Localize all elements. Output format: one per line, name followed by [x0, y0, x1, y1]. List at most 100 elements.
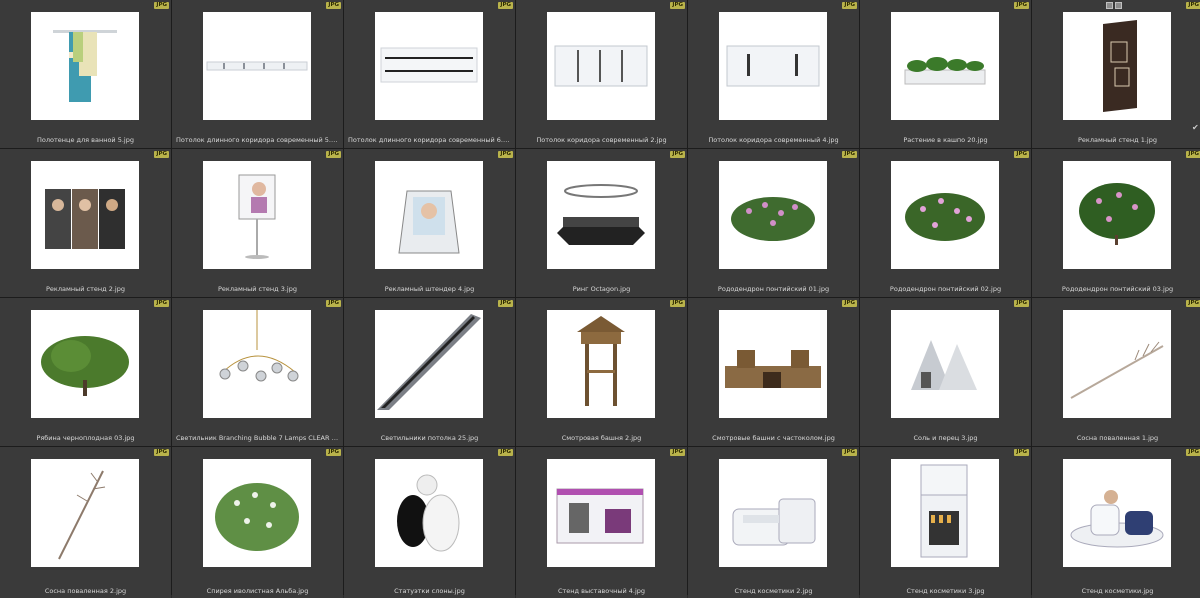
thumbnail-cell[interactable]: JPG Рекламный штендер 4.jpg: [344, 149, 515, 297]
thumbnail-cell[interactable]: JPG Стенд косметики 3.jpg: [860, 447, 1031, 598]
file-type-badge: JPG: [1014, 449, 1029, 456]
file-name-label: Потолок коридора современный 2.jpg: [536, 136, 667, 144]
file-type-badge: JPG: [498, 449, 513, 456]
thumbnail-cell[interactable]: JPG Рябина черноплодная 03.jpg: [0, 298, 171, 446]
thumbnail-cell[interactable]: JPG Светильник Branching Bubble 7 Lamps C…: [172, 298, 343, 446]
ad-stand-image[interactable]: [31, 161, 139, 269]
thumbnail-cell[interactable]: JPG Рододендрон понтийский 01.jpg: [688, 149, 859, 297]
cosmetics-stand-image[interactable]: [719, 459, 827, 567]
planter-image[interactable]: [891, 12, 999, 120]
thumbnail-cell[interactable]: JPG Спирея иволистная Альба.jpg: [172, 447, 343, 598]
file-name-label: Стенд выставочный 4.jpg: [557, 587, 646, 595]
file-type-badge: JPG: [1186, 151, 1200, 158]
thumbnail-cell[interactable]: JPG Рекламный стенд 2.jpg: [0, 149, 171, 297]
file-name-label: Рекламный стенд 1.jpg: [1078, 136, 1157, 144]
file-name-label: Потолок длинного коридора современный 5.…: [176, 136, 342, 144]
file-name-label: Сосна поваленная 2.jpg: [44, 587, 127, 595]
watchtower-image[interactable]: [547, 310, 655, 418]
file-type-badge: JPG: [154, 300, 169, 307]
file-name-label: Стенд косметики.jpg: [1081, 587, 1154, 595]
thumbnail-cell[interactable]: JPG Сосна поваленная 1.jpg: [1032, 298, 1200, 446]
thumbnail-cell[interactable]: JPG Потолок длинного коридора современный…: [344, 0, 515, 148]
file-name-label: Статуэтки слоны.jpg: [394, 587, 465, 595]
file-name-label: Светильник Branching Bubble 7 Lamps CLEA…: [176, 434, 343, 442]
file-type-badge: JPG: [842, 2, 857, 9]
file-type-badge: JPG: [326, 2, 341, 9]
towel-image[interactable]: [31, 12, 139, 120]
thumbnail-cell[interactable]: JPG Потолок коридора современный 4.jpg: [688, 0, 859, 148]
file-name-label: Спирея иволистная Альба.jpg: [206, 587, 309, 595]
elephant-figurines-image[interactable]: [375, 459, 483, 567]
thumbnail-cell[interactable]: JPG Стенд косметики.jpg: [1032, 447, 1200, 598]
thumbnail-cell[interactable]: JPG Потолок длинного коридора современный…: [172, 0, 343, 148]
thumbnail-cell[interactable]: JPG Сосна поваленная 2.jpg: [0, 447, 171, 598]
cosmetics-stand-image[interactable]: [1063, 459, 1171, 567]
thumbnail-cell[interactable]: JPG Статуэтки слоны.jpg: [344, 447, 515, 598]
file-type-badge: JPG: [498, 300, 513, 307]
file-name-label: Ринг Octagon.jpg: [572, 285, 631, 293]
thumbnail-cell[interactable]: JPG Стенд косметики 2.jpg: [688, 447, 859, 598]
chandelier-image[interactable]: [203, 310, 311, 418]
checkmark-icon[interactable]: ✔: [1192, 124, 1200, 132]
file-type-badge: JPG: [1186, 2, 1200, 9]
thumbnail-cell[interactable]: JPG Рододендрон понтийский 03.jpg: [1032, 149, 1200, 297]
file-type-badge: JPG: [842, 449, 857, 456]
file-name-label: Потолок коридора современный 4.jpg: [708, 136, 839, 144]
file-type-badge: JPG: [154, 2, 169, 9]
file-type-badge: JPG: [670, 449, 685, 456]
thumbnail-cell[interactable]: JPG Ринг Octagon.jpg: [516, 149, 687, 297]
file-name-label: Сосна поваленная 1.jpg: [1076, 434, 1159, 442]
salt-pepper-image[interactable]: [891, 310, 999, 418]
file-type-badge: JPG: [842, 151, 857, 158]
ceiling-panel-image[interactable]: [203, 12, 311, 120]
file-name-label: Рябина черноплодная 03.jpg: [36, 434, 135, 442]
file-name-label: Рододендрон понтийский 01.jpg: [717, 285, 830, 293]
file-type-badge: JPG: [154, 449, 169, 456]
thumbnail-cell[interactable]: JPG Смотровые башни с частоколом.jpg: [688, 298, 859, 446]
thumbnail-cell[interactable]: JPG Растение в кашпо 20.jpg: [860, 0, 1031, 148]
thumbnail-cell[interactable]: JPG Стенд выставочный 4.jpg: [516, 447, 687, 598]
file-name-label: Рододендрон понтийский 03.jpg: [1061, 285, 1174, 293]
ad-stand-image[interactable]: [203, 161, 311, 269]
file-type-badge: JPG: [498, 2, 513, 9]
cosmetics-stand-image[interactable]: [891, 459, 999, 567]
pen-icon[interactable]: [1115, 2, 1122, 9]
thumbnail-cell[interactable]: JPG Светильники потолка 25.jpg: [344, 298, 515, 446]
file-name-label: Рекламный штендер 4.jpg: [384, 285, 475, 293]
file-name-label: Рекламный стенд 2.jpg: [46, 285, 125, 293]
ceiling-light-image[interactable]: [375, 310, 483, 418]
fallen-pine-image[interactable]: [1063, 310, 1171, 418]
file-name-label: Светильники потолка 25.jpg: [380, 434, 479, 442]
file-name-label: Смотровая башня 2.jpg: [561, 434, 642, 442]
ceiling-panel-image[interactable]: [719, 12, 827, 120]
shrub-image[interactable]: [1063, 161, 1171, 269]
thumbnail-cell[interactable]: JPG Рододендрон понтийский 02.jpg: [860, 149, 1031, 297]
tree-image[interactable]: [31, 310, 139, 418]
shrub-image[interactable]: [891, 161, 999, 269]
shrub-image[interactable]: [719, 161, 827, 269]
exhibition-stand-image[interactable]: [547, 459, 655, 567]
a-frame-sign-image[interactable]: [375, 161, 483, 269]
palisade-image[interactable]: [719, 310, 827, 418]
file-type-badge: JPG: [670, 300, 685, 307]
thumbnail-cell[interactable]: JPG Потолок коридора современный 2.jpg: [516, 0, 687, 148]
ad-stand-image[interactable]: [1063, 12, 1171, 120]
file-type-badge: JPG: [326, 300, 341, 307]
thumbnail-cell[interactable]: JPG Рекламный стенд 3.jpg: [172, 149, 343, 297]
square-icon[interactable]: [1106, 2, 1113, 9]
fallen-pine-image[interactable]: [31, 459, 139, 567]
file-name-label: Растение в кашпо 20.jpg: [903, 136, 988, 144]
ceiling-panel-image[interactable]: [375, 12, 483, 120]
thumbnail-cell[interactable]: JPG Рекламный стенд 1.jpg ✔: [1032, 0, 1200, 148]
file-type-badge: JPG: [670, 151, 685, 158]
file-type-badge: JPG: [326, 449, 341, 456]
thumbnail-cell[interactable]: JPG Соль и перец 3.jpg: [860, 298, 1031, 446]
file-type-badge: JPG: [1186, 449, 1200, 456]
thumbnail-cell[interactable]: JPG Полотенце для ванной 5.jpg: [0, 0, 171, 148]
thumbnail-cell[interactable]: JPG Смотровая башня 2.jpg: [516, 298, 687, 446]
file-type-badge: JPG: [1186, 300, 1200, 307]
ceiling-panel-image[interactable]: [547, 12, 655, 120]
octagon-ring-image[interactable]: [547, 161, 655, 269]
file-name-label: Рододендрон понтийский 02.jpg: [889, 285, 1002, 293]
shrub-image[interactable]: [203, 459, 311, 567]
